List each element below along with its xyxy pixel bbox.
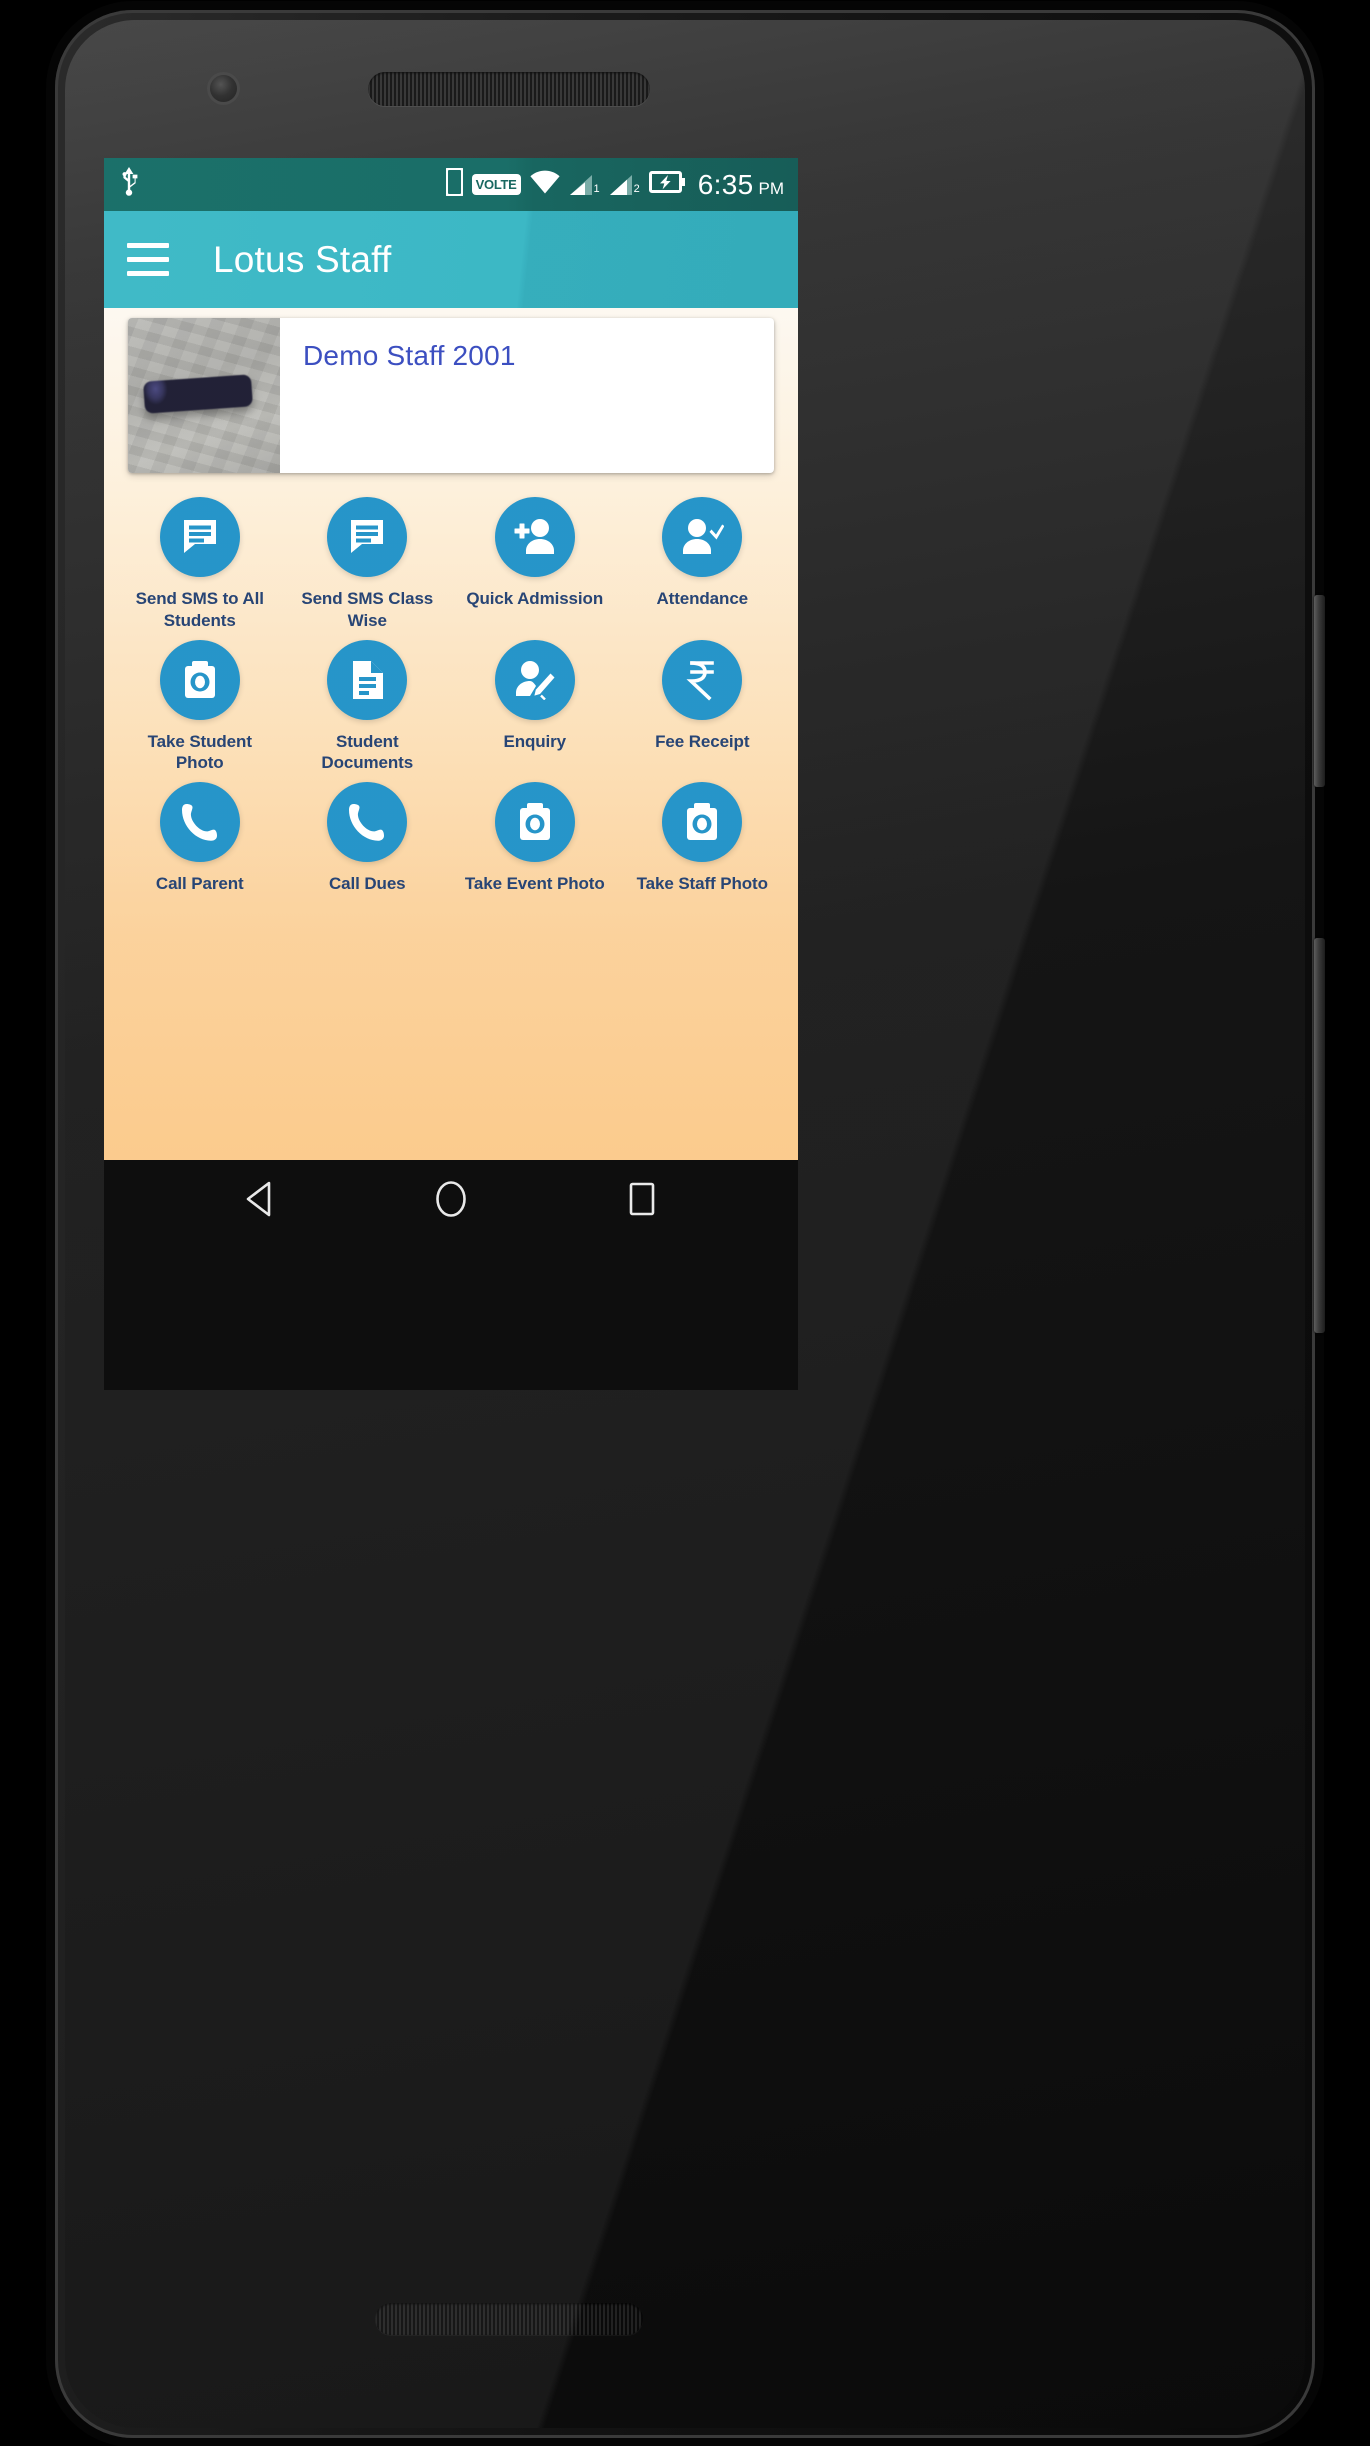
- person-edit-icon: [514, 660, 556, 700]
- tile-label: Call Dues: [328, 874, 406, 893]
- tile-label: Take Staff Photo: [636, 874, 768, 893]
- wifi-icon: [529, 170, 560, 199]
- status-bar-left: [118, 167, 140, 202]
- clock-time: 6:35: [697, 168, 754, 200]
- tile-student-documents[interactable]: Student Documents: [284, 639, 452, 775]
- volte-badge: VOLTE: [471, 174, 521, 195]
- tile-icon-circle: [662, 639, 743, 720]
- hamburger-bar: [127, 257, 169, 262]
- tile-fee-receipt[interactable]: Fee Receipt: [619, 639, 787, 775]
- phone-call-icon: [181, 802, 219, 842]
- rupee-icon: [685, 659, 719, 701]
- tile-icon-circle: [327, 497, 408, 577]
- tile-icon-circle: [494, 497, 575, 577]
- message-bubble-icon: [180, 517, 220, 557]
- tile-icon-circle: [494, 639, 575, 720]
- staff-name-container: Demo Staff 2001: [280, 318, 774, 473]
- battery-charging-icon: [648, 171, 685, 198]
- staff-card[interactable]: Demo Staff 2001: [128, 318, 774, 473]
- tile-label: Student Documents: [321, 731, 414, 773]
- phone-device-icon: [444, 167, 464, 201]
- tile-label: Fee Receipt: [655, 731, 750, 751]
- tile-icon-circle: [159, 497, 240, 577]
- sim1-label: 1: [593, 182, 600, 195]
- bottom-speaker-grille: [375, 2303, 643, 2335]
- camera-icon: [181, 660, 219, 700]
- phone-body: VOLTE 1 2 6:35 PM Lotus Staff Demo Staff…: [65, 20, 1305, 2428]
- phone-device: VOLTE 1 2 6:35 PM Lotus Staff Demo Staff…: [55, 10, 1325, 2438]
- hamburger-menu-icon[interactable]: [127, 243, 169, 276]
- status-bar-right: VOLTE 1 2 6:35 PM: [444, 167, 785, 201]
- tile-icon-circle: [662, 782, 743, 862]
- home-circle-icon[interactable]: [416, 1169, 486, 1229]
- tile-label: Take Event Photo: [464, 874, 605, 893]
- status-bar-clock: 6:35 PM: [697, 168, 785, 200]
- android-navigation-bar: [104, 1160, 798, 1238]
- earpiece-speaker-grille: [368, 72, 650, 106]
- tile-label: Enquiry: [503, 731, 567, 751]
- tile-send-sms-all-students[interactable]: Send SMS to All Students: [116, 497, 284, 632]
- tile-take-staff-photo[interactable]: Take Staff Photo: [619, 782, 787, 895]
- tile-label: Send SMS to All Students: [135, 589, 264, 630]
- staff-name: Demo Staff 2001: [303, 340, 516, 371]
- app-bar: Lotus Staff: [104, 211, 798, 308]
- tile-icon-circle: [159, 782, 240, 862]
- tile-call-dues[interactable]: Call Dues: [284, 782, 452, 895]
- tile-take-event-photo[interactable]: Take Event Photo: [451, 782, 619, 895]
- action-tile-grid: Send SMS to All Students Send SMS Class …: [104, 497, 798, 895]
- staff-photo-thumbnail[interactable]: [128, 318, 280, 473]
- page-title: Lotus Staff: [213, 238, 392, 280]
- tile-label: Call Parent: [155, 874, 244, 893]
- tile-icon-circle: [662, 497, 743, 577]
- usb-icon: [118, 167, 140, 202]
- tile-call-parent[interactable]: Call Parent: [116, 782, 284, 895]
- hamburger-bar: [127, 243, 169, 248]
- person-check-icon: [680, 517, 725, 557]
- phone-call-icon: [348, 802, 386, 842]
- volume-rocker-button[interactable]: [1314, 938, 1325, 1333]
- person-add-icon: [513, 517, 557, 557]
- tile-label: Attendance: [656, 589, 749, 608]
- message-bubble-icon: [347, 517, 387, 557]
- tile-icon-circle: [327, 639, 408, 720]
- recents-square-icon[interactable]: [607, 1169, 677, 1229]
- status-bar: VOLTE 1 2 6:35 PM: [104, 158, 798, 211]
- tile-label: Send SMS Class Wise: [301, 589, 434, 630]
- back-triangle-icon[interactable]: [225, 1169, 295, 1229]
- camera-icon: [516, 802, 554, 842]
- sim2-label: 2: [633, 182, 640, 195]
- tile-label: Take Student Photo: [147, 731, 252, 773]
- tile-icon-circle: [327, 782, 408, 862]
- sim1-signal-icon: 1: [569, 174, 600, 196]
- tile-take-student-photo[interactable]: Take Student Photo: [116, 639, 284, 775]
- tile-quick-admission[interactable]: Quick Admission: [451, 497, 619, 632]
- tile-icon-circle: [159, 639, 240, 720]
- front-camera-icon: [210, 75, 237, 102]
- tile-label: Quick Admission: [466, 589, 604, 608]
- sim2-signal-icon: 2: [609, 174, 640, 196]
- tile-send-sms-class-wise[interactable]: Send SMS Class Wise: [284, 497, 452, 632]
- tile-enquiry[interactable]: Enquiry: [451, 639, 619, 775]
- document-icon: [350, 660, 384, 700]
- clock-ampm: PM: [758, 178, 785, 198]
- phone-screen: VOLTE 1 2 6:35 PM Lotus Staff Demo Staff…: [104, 158, 798, 1390]
- tile-attendance[interactable]: Attendance: [619, 497, 787, 632]
- tile-icon-circle: [494, 782, 575, 862]
- main-content: Demo Staff 2001 Send SMS to All Students…: [104, 308, 798, 1160]
- power-button[interactable]: [1314, 595, 1325, 787]
- hamburger-bar: [127, 271, 169, 276]
- camera-icon: [683, 802, 721, 842]
